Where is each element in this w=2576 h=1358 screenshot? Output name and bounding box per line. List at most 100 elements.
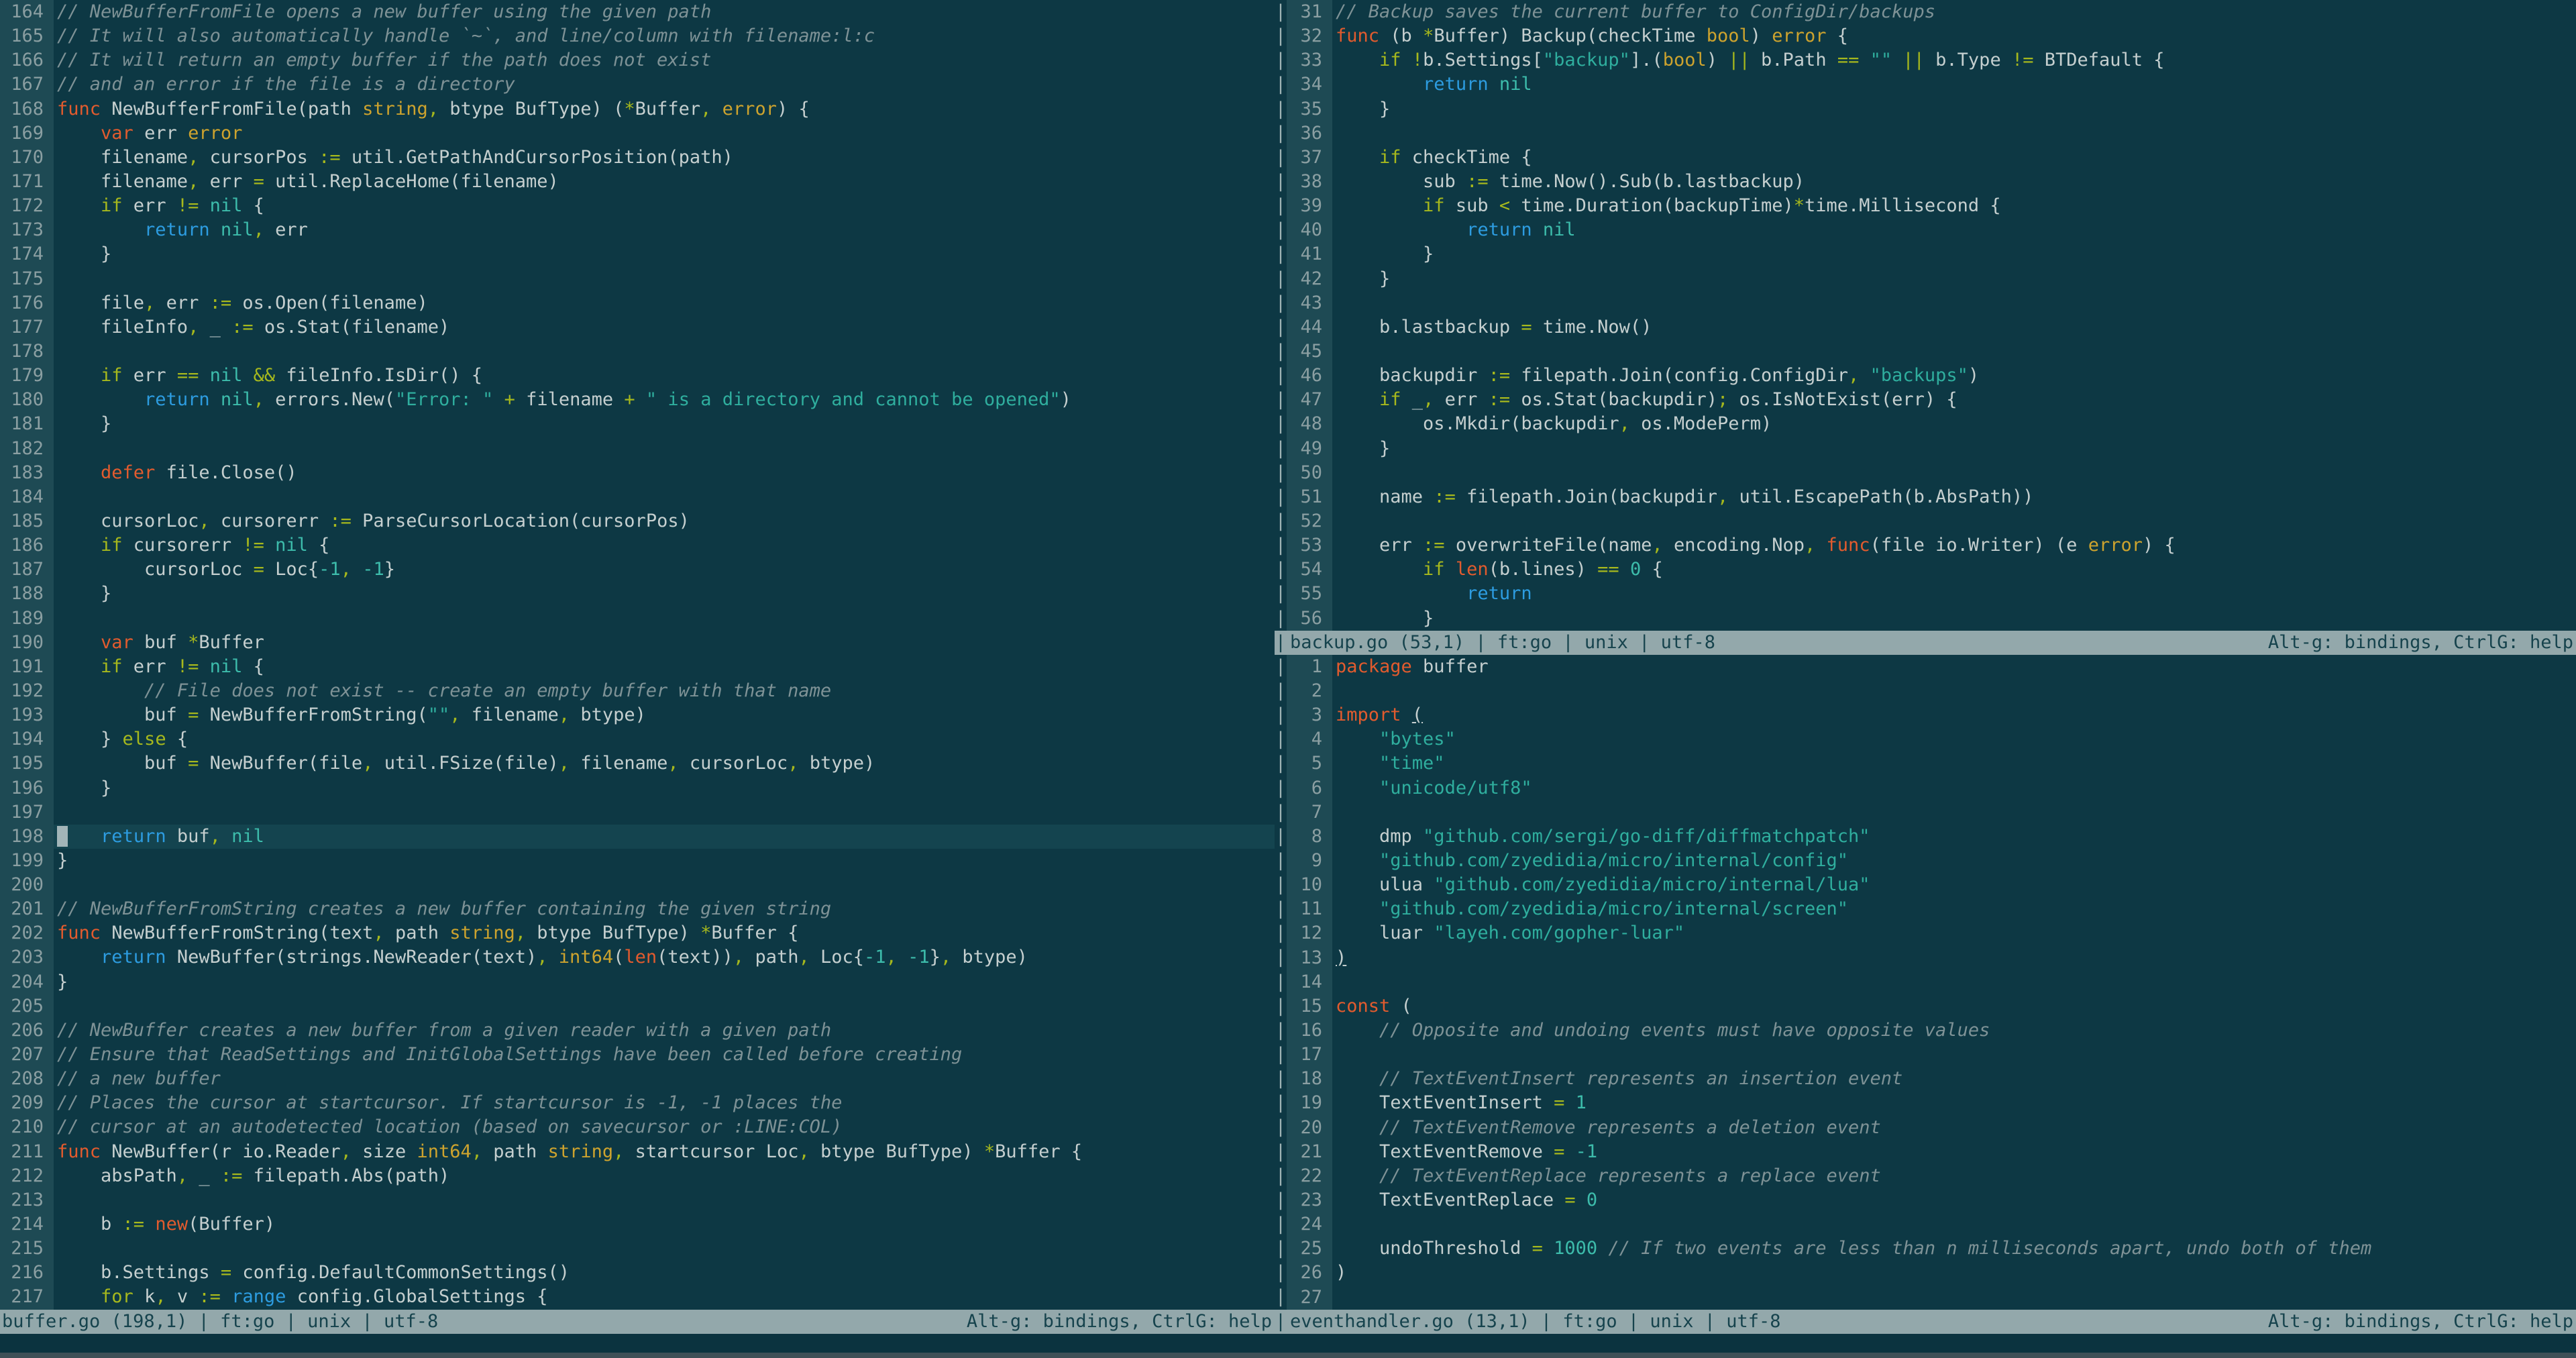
code-line[interactable]: 21 TextEventRemove = -1: [1287, 1139, 2576, 1164]
code-line[interactable]: 187 cursorLoc = Loc{-1, -1}: [0, 558, 1275, 582]
code-line[interactable]: 6 "unicode/utf8": [1287, 776, 2576, 800]
code-line[interactable]: 35 }: [1287, 97, 2576, 121]
code-line[interactable]: 212 absPath, _ := filepath.Abs(path): [0, 1163, 1275, 1188]
code-line[interactable]: 22 // TextEventReplace represents a repl…: [1287, 1163, 2576, 1188]
code-line[interactable]: 209// Places the cursor at startcursor. …: [0, 1091, 1275, 1116]
code-line[interactable]: 173 return nil, err: [0, 218, 1275, 243]
code-line[interactable]: 200: [0, 873, 1275, 898]
code-line[interactable]: 42 }: [1287, 266, 2576, 291]
code-line[interactable]: 199}: [0, 848, 1275, 874]
code-line[interactable]: 43: [1287, 291, 2576, 315]
code-line[interactable]: 172 if err != nil {: [0, 194, 1275, 219]
code-line[interactable]: 170 filename, cursorPos := util.GetPathA…: [0, 145, 1275, 170]
code-line[interactable]: 27: [1287, 1285, 2576, 1310]
code-line[interactable]: 39 if sub < time.Duration(backupTime)*ti…: [1287, 194, 2576, 219]
code-line[interactable]: 186 if cursorerr != nil {: [0, 533, 1275, 558]
code-line[interactable]: 196 }: [0, 776, 1275, 800]
code-line[interactable]: 208// a new buffer: [0, 1067, 1275, 1092]
code-line[interactable]: 203 return NewBuffer(strings.NewReader(t…: [0, 945, 1275, 970]
code-line[interactable]: 23 TextEventReplace = 0: [1287, 1188, 2576, 1213]
code-line[interactable]: 24: [1287, 1212, 2576, 1237]
code-line[interactable]: 214 b := new(Buffer): [0, 1212, 1275, 1237]
code-line[interactable]: 44 b.lastbackup = time.Now(): [1287, 315, 2576, 340]
code-line[interactable]: 37 if checkTime {: [1287, 145, 2576, 170]
code-line[interactable]: 20 // TextEventRemove represents a delet…: [1287, 1115, 2576, 1140]
code-line[interactable]: 175: [0, 266, 1275, 291]
code-line[interactable]: 4 "bytes": [1287, 727, 2576, 752]
code-line[interactable]: 40 return nil: [1287, 218, 2576, 243]
code-line[interactable]: 50: [1287, 460, 2576, 485]
code-line[interactable]: 26): [1287, 1261, 2576, 1286]
code-line[interactable]: 201// NewBufferFromString creates a new …: [0, 897, 1275, 922]
code-line[interactable]: 31// Backup saves the current buffer to …: [1287, 0, 2576, 25]
code-line[interactable]: 54 if len(b.lines) == 0 {: [1287, 558, 2576, 582]
code-line[interactable]: 33 if !b.Settings["backup"].(bool) || b.…: [1287, 48, 2576, 73]
code-line[interactable]: 16 // Opposite and undoing events must h…: [1287, 1018, 2576, 1043]
code-line[interactable]: 17: [1287, 1043, 2576, 1067]
editor-pane-buffer-go[interactable]: 164// NewBufferFromFile opens a new buff…: [0, 0, 1275, 1310]
code-line[interactable]: 46 backupdir := filepath.Join(config.Con…: [1287, 364, 2576, 388]
code-line[interactable]: 7: [1287, 800, 2576, 825]
code-line[interactable]: 2: [1287, 679, 2576, 704]
code-line[interactable]: 169 var err error: [0, 121, 1275, 146]
code-line[interactable]: 165// It will also automatically handle …: [0, 24, 1275, 49]
code-line[interactable]: 204}: [0, 970, 1275, 994]
code-line[interactable]: 51 name := filepath.Join(backupdir, util…: [1287, 484, 2576, 509]
code-line[interactable]: 194 } else {: [0, 727, 1275, 752]
code-line[interactable]: 206// NewBuffer creates a new buffer fro…: [0, 1018, 1275, 1043]
code-line[interactable]: 18 // TextEventInsert represents an inse…: [1287, 1067, 2576, 1092]
code-line[interactable]: 14: [1287, 970, 2576, 994]
code-line[interactable]: 205: [0, 994, 1275, 1018]
code-line[interactable]: 5 "time": [1287, 751, 2576, 776]
code-line[interactable]: 166// It will return an empty buffer if …: [0, 48, 1275, 73]
code-line[interactable]: 202 func NewBufferFromString(text, path s…: [0, 921, 1275, 946]
editor-pane-eventhandler-go[interactable]: 1 package buffer 2 3 import (4 "bytes" 5 "tim…: [1287, 654, 2576, 1310]
code-line[interactable]: 181 }: [0, 412, 1275, 437]
code-line[interactable]: 1 package buffer: [1287, 654, 2576, 679]
code-line[interactable]: 49 }: [1287, 436, 2576, 461]
editor-pane-backup-go[interactable]: 31// Backup saves the current buffer to …: [1287, 0, 2576, 631]
code-line[interactable]: 176 file, err := os.Open(filename): [0, 291, 1275, 315]
code-line[interactable]: 216 b.Settings = config.DefaultCommonSet…: [0, 1261, 1275, 1286]
code-line[interactable]: 183 defer file.Close(): [0, 460, 1275, 485]
code-line[interactable]: 184: [0, 484, 1275, 509]
code-line[interactable]: 191 if err != nil {: [0, 654, 1275, 679]
code-line[interactable]: 3 import (: [1287, 703, 2576, 728]
code-line[interactable]: 10 ulua "github.com/zyedidia/micro/inter…: [1287, 873, 2576, 898]
code-line[interactable]: 167// and an error if the file is a dire…: [0, 72, 1275, 97]
code-line[interactable]: 34 return nil: [1287, 72, 2576, 97]
code-line[interactable]: 197: [0, 800, 1275, 825]
code-line[interactable]: 48 os.Mkdir(backupdir, os.ModePerm): [1287, 412, 2576, 437]
code-line[interactable]: 210// cursor at an autodetected location…: [0, 1115, 1275, 1140]
code-line[interactable]: 213: [0, 1188, 1275, 1213]
code-line[interactable]: 19 TextEventInsert = 1: [1287, 1091, 2576, 1116]
code-line[interactable]: 38 sub := time.Now().Sub(b.lastbackup): [1287, 169, 2576, 195]
code-line[interactable]: 41 }: [1287, 242, 2576, 267]
code-line[interactable]: 55 return: [1287, 582, 2576, 607]
code-line[interactable]: 198 return buf, nil: [0, 824, 1275, 849]
code-line[interactable]: 168 func NewBufferFromFile(path string, b…: [0, 97, 1275, 121]
code-line[interactable]: 56 }: [1287, 606, 2576, 631]
code-line[interactable]: 189: [0, 606, 1275, 631]
code-line[interactable]: 180 return nil, errors.New("Error: " + f…: [0, 388, 1275, 413]
code-line[interactable]: 179 if err == nil && fileInfo.IsDir() {: [0, 364, 1275, 388]
code-line[interactable]: 207// Ensure that ReadSettings and InitG…: [0, 1043, 1275, 1067]
code-line[interactable]: 171 filename, err = util.ReplaceHome(fil…: [0, 169, 1275, 195]
code-line[interactable]: 13): [1287, 945, 2576, 970]
code-line[interactable]: 178: [0, 339, 1275, 364]
code-line[interactable]: 190 var buf *Buffer: [0, 630, 1275, 655]
code-line[interactable]: 164// NewBufferFromFile opens a new buff…: [0, 0, 1275, 25]
code-line[interactable]: 36: [1287, 121, 2576, 146]
code-line[interactable]: 193 buf = NewBufferFromString("", filena…: [0, 703, 1275, 728]
code-line[interactable]: 9 "github.com/zyedidia/micro/internal/co…: [1287, 848, 2576, 874]
code-line[interactable]: 217 for k, v := range config.GlobalSetti…: [0, 1285, 1275, 1310]
code-line[interactable]: 182: [0, 436, 1275, 461]
code-line[interactable]: 52: [1287, 509, 2576, 534]
code-line[interactable]: 211 func NewBuffer(r io.Reader, size int6…: [0, 1139, 1275, 1164]
code-line[interactable]: 47 if _, err := os.Stat(backupdir); os.I…: [1287, 388, 2576, 413]
code-line[interactable]: 8 dmp "github.com/sergi/go-diff/diffmatc…: [1287, 824, 2576, 849]
code-line[interactable]: 25 undoThreshold = 1000 // If two events…: [1287, 1237, 2576, 1261]
code-line[interactable]: 188 }: [0, 582, 1275, 607]
command-bar[interactable]: [0, 1333, 2576, 1353]
code-line[interactable]: 192 // File does not exist -- create an …: [0, 678, 1275, 704]
